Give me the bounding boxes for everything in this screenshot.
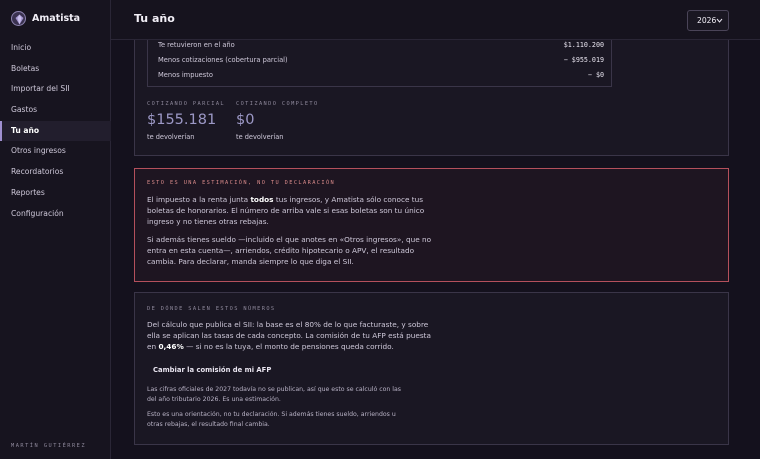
partial-kicker: COTIZANDO PARCIAL [147,101,226,107]
sidebar-item-recordatorios[interactable]: Recordatorios [0,162,111,183]
emphasis: 0,46% [158,342,184,352]
source-paragraph: Del cálculo que publica el SII: la base … [147,319,439,353]
sidebar-item-tu-ano[interactable]: Tu año [0,120,111,142]
sidebar-item-otros-ingresos[interactable]: Otros ingresos [0,141,111,162]
row-value: − $0 [587,71,604,79]
chevron-down-icon [716,18,723,23]
warning-paragraph-2: Si además tienes sueldo —incluido el que… [147,235,432,267]
row-label: Te retuvieron en el año [158,41,235,49]
summary-card: Te retuvieron en el año $1.110.200 Menos… [134,40,729,156]
brand[interactable]: Amatista [11,11,80,26]
user-name: MARTÍN GUTIÉRREZ [11,443,87,449]
year-select-value: 2026 [697,16,717,25]
complete-kicker: COTIZANDO COMPLETO [236,101,319,107]
complete-caption: te devolverían [236,133,284,141]
sidebar-item-inicio[interactable]: Inicio [0,38,111,59]
source-kicker: DE DÓNDE SALEN ESTOS NÚMEROS [147,306,276,312]
source-note-2: Esto es una orientación, no tu declaraci… [147,411,396,429]
amethyst-logo-icon [11,11,26,26]
row-value: − $955.019 [563,56,604,64]
sidebar-item-importar[interactable]: Importar del SII [0,79,111,100]
source-card: DE DÓNDE SALEN ESTOS NÚMEROS Del cálculo… [134,292,729,445]
row-value: $1.110.200 [563,41,604,49]
sidebar: Amatista Inicio Boletas Importar del SII Ga… [0,0,111,459]
sidebar-item-configuracion[interactable]: Configuración [0,204,111,225]
text-span: El impuesto a la renta junta [147,195,251,204]
warning-kicker: ESTO ES UNA ESTIMACIÓN, NO TU DECLARACIÓ… [147,180,336,186]
row-label: Menos impuesto [158,71,213,79]
sidebar-item-gastos[interactable]: Gastos [0,100,111,121]
sidebar-item-boletas[interactable]: Boletas [0,59,111,80]
sidebar-item-reportes[interactable]: Reportes [0,183,111,204]
page-title: Tu año [134,12,175,25]
text-span: — si no es la tuya, el monto de pensione… [183,342,394,352]
summary-table: Te retuvieron en el año $1.110.200 Menos… [147,40,612,87]
emphasis: todos [250,195,274,204]
warning-paragraph-1: El impuesto a la renta junta todos tus i… [147,194,439,228]
sidebar-nav: Inicio Boletas Importar del SII Gastos Tu añ… [0,38,111,224]
year-select[interactable]: 2026 [687,10,729,31]
source-note-1: Las cifras oficiales de 2027 todavía no … [147,386,402,404]
page-header: Tu año 2026 [111,0,760,40]
partial-caption: te devolverían [147,133,195,141]
partial-amount: $155.181 [147,112,217,128]
change-afp-commission-button[interactable]: Cambiar la comisión de mi AFP [147,362,277,379]
brand-name: Amatista [32,13,81,24]
estimation-warning: ESTO ES UNA ESTIMACIÓN, NO TU DECLARACIÓ… [134,168,729,282]
complete-amount: $0 [236,112,255,128]
row-label: Menos cotizaciones (cobertura parcial) [158,56,288,64]
